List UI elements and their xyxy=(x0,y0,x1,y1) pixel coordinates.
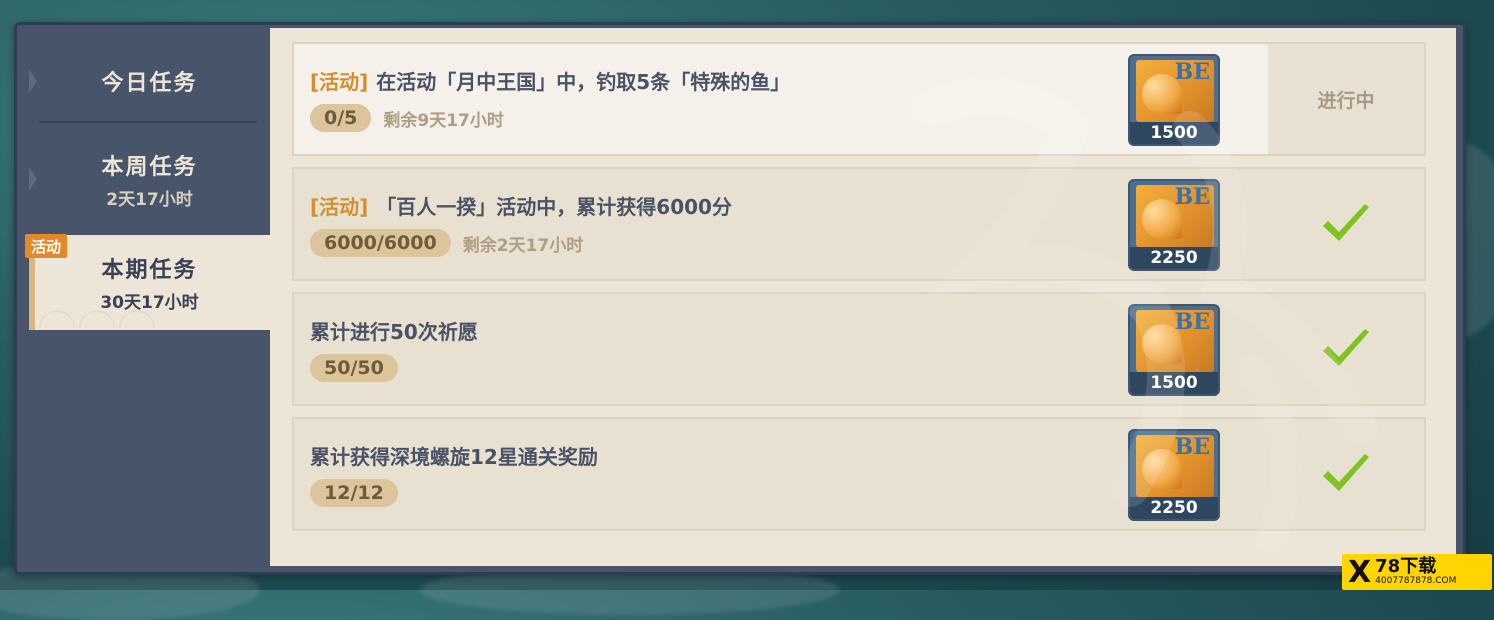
task-title-text: 在活动「月中王国」中，钓取5条「特殊的鱼」 xyxy=(376,70,791,94)
reward-amount: 1500 xyxy=(1130,122,1218,144)
task-title: [活动] 在活动「月中王国」中，钓取5条「特殊的鱼」 xyxy=(310,66,790,95)
task-meta: 6000/6000 剩余2天17小时 xyxy=(310,229,583,257)
tab-notch-icon xyxy=(29,167,37,191)
task-status xyxy=(1268,294,1424,404)
wave-pattern-decoration xyxy=(37,288,197,328)
logo-mark: X xyxy=(1348,554,1372,590)
task-status xyxy=(1268,169,1424,279)
task-progress-badge: 6000/6000 xyxy=(310,229,451,257)
battle-pass-exp-icon: BE xyxy=(1136,310,1214,372)
task-title-text: 「百人一揆」活动中，累计获得6000分 xyxy=(376,195,732,219)
logo-name: 78下载 xyxy=(1375,556,1437,577)
sidebar-item-label: 今日任务 xyxy=(101,70,198,96)
task-row: [活动] 在活动「月中王国」中，钓取5条「特殊的鱼」 0/5 剩余9天17小时 B… xyxy=(292,42,1426,156)
task-list: [活动] 在活动「月中王国」中，钓取5条「特殊的鱼」 0/5 剩余9天17小时 B… xyxy=(270,28,1456,566)
task-row: [活动] 「百人一揆」活动中，累计获得6000分 6000/6000 剩余2天17… xyxy=(292,167,1426,281)
sidebar-item-daily[interactable]: 今日任务 xyxy=(29,33,270,128)
task-status xyxy=(1268,419,1424,529)
task-remaining-time: 剩余9天17小时 xyxy=(383,110,504,131)
task-title: 累计获得深境螺旋12星通关奖励 xyxy=(310,441,598,470)
logo-url: 4007787878.COM xyxy=(1375,576,1457,586)
quest-panel: 今日任务 本周任务 2天17小时 本期任务 30天17小时 活动 [活动] 在活动… xyxy=(14,22,1466,575)
task-meta: 0/5 剩余9天17小时 xyxy=(310,104,504,132)
task-meta: 12/12 xyxy=(310,479,398,507)
reward-item[interactable]: BE 2250 xyxy=(1128,429,1220,521)
task-progress-badge: 50/50 xyxy=(310,354,398,382)
reward-icon-letters: BE xyxy=(1174,434,1210,460)
task-status: 进行中 xyxy=(1268,44,1424,154)
task-title-text: 累计进行50次祈愿 xyxy=(310,320,478,344)
sidebar-item-weekly[interactable]: 本周任务 2天17小时 xyxy=(29,133,270,225)
battle-pass-exp-icon: BE xyxy=(1136,60,1214,122)
reward-item[interactable]: BE 1500 xyxy=(1128,304,1220,396)
reward-icon-letters: BE xyxy=(1174,309,1210,335)
task-progress-badge: 0/5 xyxy=(310,104,372,132)
sidebar-item-label: 本期任务 xyxy=(101,258,198,283)
task-row: 累计获得深境螺旋12星通关奖励 12/12 BE 2250 xyxy=(292,417,1426,531)
logo-text: 78下载 4007787878.COM xyxy=(1375,556,1457,587)
task-meta: 50/50 xyxy=(310,354,398,382)
check-icon xyxy=(1323,454,1369,491)
sidebar-item-timer: 2天17小时 xyxy=(106,189,193,210)
task-title-text: 累计获得深境螺旋12星通关奖励 xyxy=(310,445,598,469)
battle-pass-exp-icon: BE xyxy=(1136,185,1214,247)
sidebar-item-label: 本周任务 xyxy=(101,154,198,180)
tab-notch-icon xyxy=(29,68,37,93)
reward-icon-letters: BE xyxy=(1174,59,1210,85)
activity-badge: 活动 xyxy=(25,234,67,258)
check-icon xyxy=(1323,204,1369,241)
reward-amount: 2250 xyxy=(1130,497,1218,519)
divider xyxy=(39,121,257,123)
task-title: 累计进行50次祈愿 xyxy=(310,316,478,345)
task-event-tag: [活动] xyxy=(310,70,369,94)
reward-item[interactable]: BE 2250 xyxy=(1128,179,1220,271)
sidebar: 今日任务 本周任务 2天17小时 本期任务 30天17小时 活动 xyxy=(17,25,270,572)
reward-icon-letters: BE xyxy=(1174,184,1210,210)
battle-pass-exp-icon: BE xyxy=(1136,435,1214,497)
task-remaining-time: 剩余2天17小时 xyxy=(462,235,584,256)
reward-item[interactable]: BE 1500 xyxy=(1128,54,1220,146)
reward-amount: 1500 xyxy=(1130,372,1218,394)
task-title: [活动] 「百人一揆」活动中，累计获得6000分 xyxy=(310,191,732,220)
task-event-tag: [活动] xyxy=(310,195,369,219)
task-progress-badge: 12/12 xyxy=(310,479,398,507)
reward-amount: 2250 xyxy=(1130,247,1218,269)
status-in-progress: 进行中 xyxy=(1317,89,1375,112)
task-row: 累计进行50次祈愿 50/50 BE 1500 xyxy=(292,292,1426,406)
site-logo: X 78下载 4007787878.COM xyxy=(1342,554,1492,590)
check-icon xyxy=(1323,329,1369,366)
